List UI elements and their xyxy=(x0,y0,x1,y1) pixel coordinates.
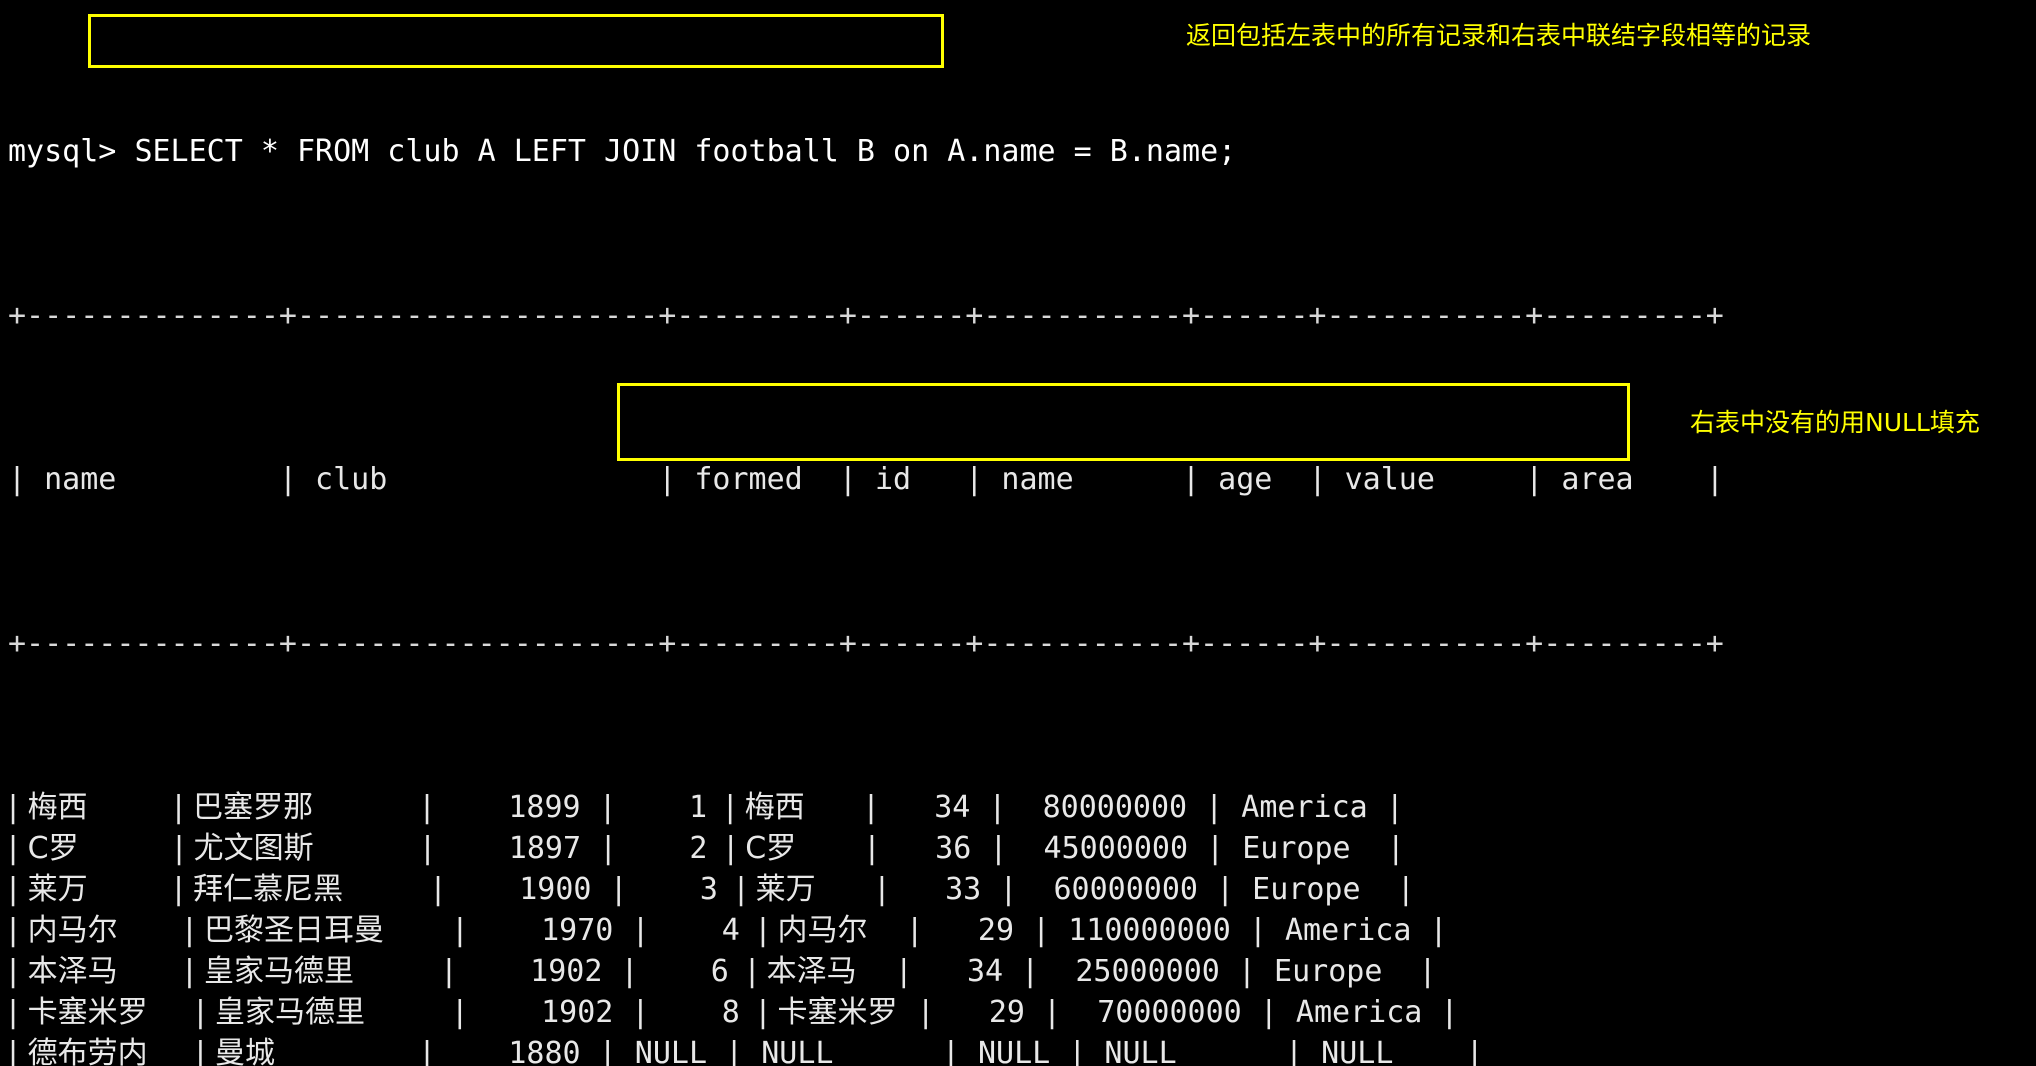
cell-formed: | 1902 xyxy=(439,954,621,989)
header-cell-name-a: | name xyxy=(8,462,279,497)
table-row: | 梅西 | 巴塞罗那 | 1899 | 1 | 梅西 | 34 | 80000… xyxy=(8,787,1724,828)
table-row: | C罗 | 尤文图斯 | 1897 | 2 | C罗 | 36 | 45000… xyxy=(8,828,1724,869)
cell-bname: | 莱万 xyxy=(736,872,873,907)
cell-value: | 25000000 xyxy=(1021,954,1238,989)
cell-name: | 梅西 xyxy=(8,790,174,825)
cell-age: | 34 xyxy=(894,954,1022,989)
header-cell-name-b: | name xyxy=(965,462,1183,497)
cell-id: | 1 xyxy=(598,790,726,825)
cell-club: | 巴黎圣日耳曼 xyxy=(184,913,451,948)
cell-age: | 34 xyxy=(861,790,989,825)
cell-area: | Europe xyxy=(1206,831,1387,866)
cell-bname: | NULL xyxy=(725,1036,942,1066)
cell-bname: | 梅西 xyxy=(725,790,862,825)
cell-area: | America xyxy=(1259,995,1441,1030)
cell-bname: | 本泽马 xyxy=(746,954,895,989)
row-end: | xyxy=(1440,995,1459,1030)
cell-id: | 8 xyxy=(631,995,758,1030)
cell-age: | 36 xyxy=(862,831,990,866)
cell-bname: | 卡塞米罗 xyxy=(757,995,917,1030)
cell-area: | America xyxy=(1205,790,1386,825)
cell-club: | 皇家马德里 xyxy=(184,954,440,989)
row-end: | xyxy=(1386,831,1405,866)
cell-formed: | 1897 xyxy=(418,831,600,866)
prompt-line: mysql> SELECT * FROM club A LEFT JOIN fo… xyxy=(8,131,1724,172)
row-end: | xyxy=(1418,954,1437,989)
cell-value: | 45000000 xyxy=(989,831,1207,866)
cell-formed: | 1880 xyxy=(418,1036,599,1066)
cell-id: | 6 xyxy=(620,954,747,989)
cell-bname: | 内马尔 xyxy=(757,913,906,948)
sql-query-text[interactable]: SELECT * FROM club A LEFT JOIN football … xyxy=(134,134,1236,169)
table-header-row: | name | club | formed | id | name | age… xyxy=(8,459,1724,500)
cell-age: | 33 xyxy=(872,872,1000,907)
cell-formed: | 1902 xyxy=(450,995,632,1030)
table-row: | 内马尔 | 巴黎圣日耳曼 | 1970 | 4 | 内马尔 | 29 | 1… xyxy=(8,910,1724,951)
table-rule-mid: +--------------+--------------------+---… xyxy=(8,626,1724,661)
cell-value: | 60000000 xyxy=(999,872,1217,907)
cell-area: | Europe xyxy=(1216,872,1397,907)
cell-club: | 拜仁慕尼黑 xyxy=(173,872,429,907)
mysql-prompt: mysql> xyxy=(8,134,117,169)
cell-id: | 3 xyxy=(609,872,736,907)
cell-bname: | C罗 xyxy=(725,831,863,866)
terminal-output: mysql> SELECT * FROM club A LEFT JOIN fo… xyxy=(8,8,1724,1066)
null-annotation-text: 右表中没有的用NULL填充 xyxy=(1690,408,1980,437)
header-cell-club: | club xyxy=(278,462,659,497)
table-row: | 德布劳内 | 曼城 | 1880 | NULL | NULL | NULL … xyxy=(8,1033,1724,1066)
table-row: | 卡塞米罗 | 皇家马德里 | 1902 | 8 | 卡塞米罗 | 29 | … xyxy=(8,992,1724,1033)
header-cell-formed: | formed xyxy=(658,462,839,497)
cell-area: | NULL xyxy=(1285,1036,1466,1066)
header-cell-age: | age xyxy=(1182,462,1309,497)
cell-area: | Europe xyxy=(1237,954,1419,989)
header-row-end: | xyxy=(1705,462,1724,497)
table-rule-top: +--------------+--------------------+---… xyxy=(8,298,1724,333)
cell-id: | 2 xyxy=(599,831,726,866)
table-row: | 莱万 | 拜仁慕尼黑 | 1900 | 3 | 莱万 | 33 | 6000… xyxy=(8,869,1724,910)
cell-name: | C罗 xyxy=(8,831,174,866)
cell-value: | 80000000 xyxy=(988,790,1206,825)
cell-name: | 莱万 xyxy=(8,872,174,907)
cell-name: | 卡塞米罗 xyxy=(8,995,196,1030)
cell-club: | 曼城 xyxy=(195,1036,419,1066)
header-cell-value: | value xyxy=(1308,462,1526,497)
cell-club: | 皇家马德里 xyxy=(195,995,451,1030)
cell-id: | NULL xyxy=(598,1036,726,1066)
header-cell-id: | id xyxy=(838,462,966,497)
cell-formed: | 1899 xyxy=(418,790,599,825)
cell-name: | 本泽马 xyxy=(8,954,185,989)
cell-age: | 29 xyxy=(905,913,1033,948)
row-end: | xyxy=(1465,1036,1484,1066)
row-end: | xyxy=(1429,913,1448,948)
cell-value: | 70000000 xyxy=(1043,995,1260,1030)
cell-area: | America xyxy=(1248,913,1430,948)
cell-value: | NULL xyxy=(1068,1036,1286,1066)
table-row: | 本泽马 | 皇家马德里 | 1902 | 6 | 本泽马 | 34 | 25… xyxy=(8,951,1724,992)
cell-club: | 巴塞罗那 xyxy=(173,790,419,825)
cell-value: | 110000000 xyxy=(1032,913,1249,948)
cell-age: | NULL xyxy=(941,1036,1069,1066)
table-body: | 梅西 | 巴塞罗那 | 1899 | 1 | 梅西 | 34 | 80000… xyxy=(8,787,1724,1066)
cell-name: | 德布劳内 xyxy=(8,1036,196,1066)
terminal-window: mysql> SELECT * FROM club A LEFT JOIN fo… xyxy=(0,0,2036,1066)
cell-name: | 内马尔 xyxy=(8,913,185,948)
header-cell-area: | area xyxy=(1525,462,1706,497)
cell-formed: | 1900 xyxy=(428,872,610,907)
cell-club: | 尤文图斯 xyxy=(173,831,419,866)
cell-formed: | 1970 xyxy=(450,913,632,948)
row-end: | xyxy=(1396,872,1415,907)
join-annotation-text: 返回包括左表中的所有记录和右表中联结字段相等的记录 xyxy=(1186,21,1812,50)
cell-id: | 4 xyxy=(631,913,758,948)
cell-age: | 29 xyxy=(916,995,1044,1030)
row-end: | xyxy=(1385,790,1404,825)
